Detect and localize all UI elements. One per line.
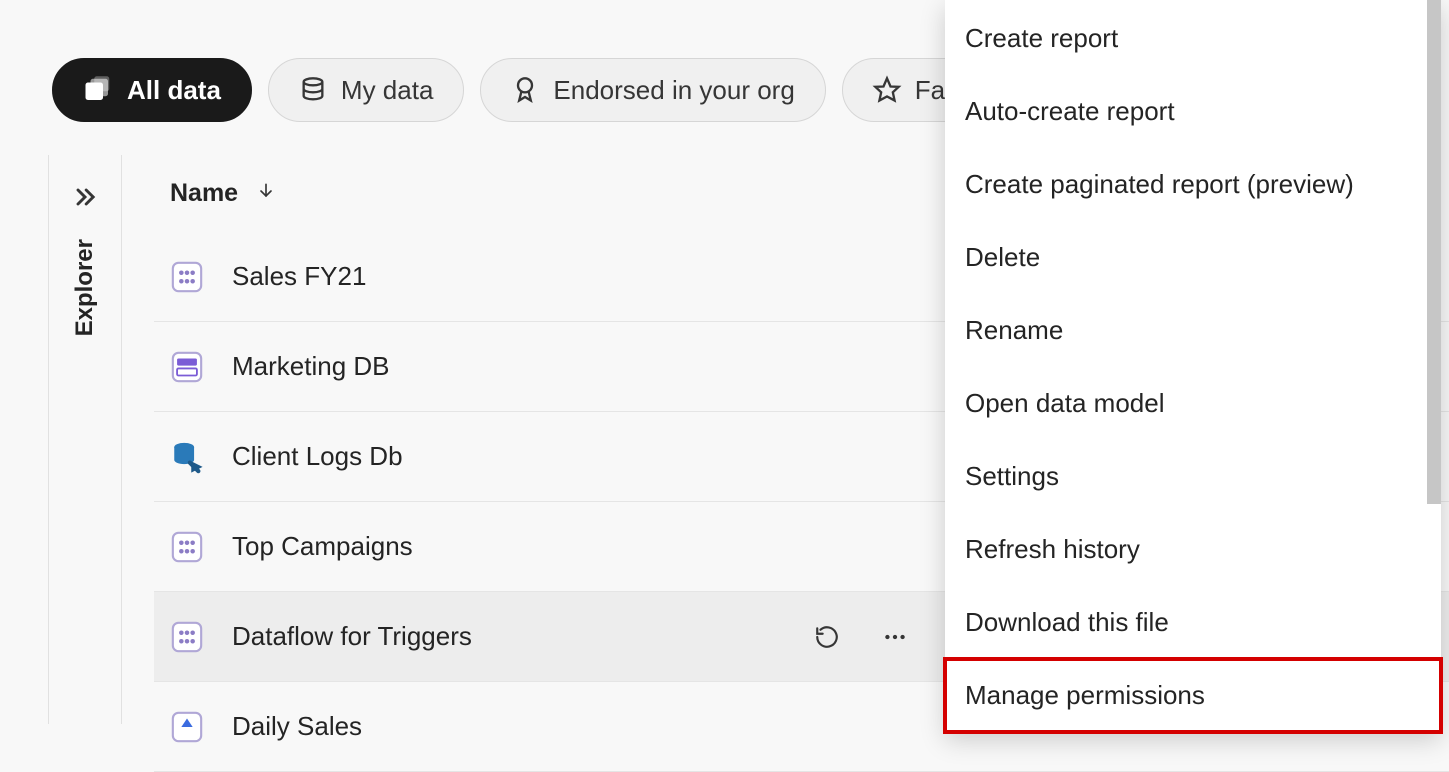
explorer-label: Explorer — [71, 239, 99, 336]
dataset-icon — [170, 620, 204, 654]
menu-item-settings[interactable]: Settings — [945, 440, 1441, 513]
item-name: Daily Sales — [232, 711, 362, 742]
row-actions — [793, 592, 929, 682]
filter-all-data-label: All data — [127, 75, 221, 106]
explorer-rail: Explorer — [48, 155, 122, 724]
column-header-name-label: Name — [170, 179, 238, 208]
item-name: Client Logs Db — [232, 441, 403, 472]
menu-item-create-paginated-report-preview[interactable]: Create paginated report (preview) — [945, 148, 1441, 221]
scrollbar-track[interactable] — [1427, 0, 1441, 504]
dataset-icon — [170, 260, 204, 294]
menu-item-auto-create-report[interactable]: Auto-create report — [945, 75, 1441, 148]
db-icon — [170, 440, 204, 474]
more-button[interactable] — [861, 592, 929, 682]
scrollbar-thumb[interactable] — [1427, 0, 1441, 504]
filter-my-data[interactable]: My data — [268, 58, 465, 122]
filter-my-data-label: My data — [341, 75, 434, 106]
menu-items: Create reportAuto-create reportCreate pa… — [945, 2, 1441, 732]
ribbon-icon — [511, 76, 539, 104]
expand-icon[interactable] — [71, 183, 99, 211]
sort-desc-icon — [256, 179, 276, 208]
item-name: Sales FY21 — [232, 261, 366, 292]
datamart-icon — [170, 350, 204, 384]
menu-item-download-this-file[interactable]: Download this file — [945, 586, 1441, 659]
filter-endorsed[interactable]: Endorsed in your org — [480, 58, 825, 122]
filter-all-data[interactable]: All data — [52, 58, 252, 122]
dataset-icon — [170, 530, 204, 564]
menu-item-manage-permissions[interactable]: Manage permissions — [945, 659, 1441, 732]
stack-icon — [83, 75, 113, 105]
kpi-icon — [170, 710, 204, 744]
item-name: Top Campaigns — [232, 531, 413, 562]
filter-endorsed-label: Endorsed in your org — [553, 75, 794, 106]
database-icon — [299, 76, 327, 104]
item-name: Marketing DB — [232, 351, 390, 382]
menu-item-rename[interactable]: Rename — [945, 294, 1441, 367]
star-icon — [873, 76, 901, 104]
item-name: Dataflow for Triggers — [232, 621, 472, 652]
context-menu: Create reportAuto-create reportCreate pa… — [945, 0, 1441, 732]
menu-item-refresh-history[interactable]: Refresh history — [945, 513, 1441, 586]
menu-item-open-data-model[interactable]: Open data model — [945, 367, 1441, 440]
filter-favorites-label: Fa — [915, 75, 945, 106]
menu-item-delete[interactable]: Delete — [945, 221, 1441, 294]
menu-item-create-report[interactable]: Create report — [945, 2, 1441, 75]
refresh-button[interactable] — [793, 592, 861, 682]
